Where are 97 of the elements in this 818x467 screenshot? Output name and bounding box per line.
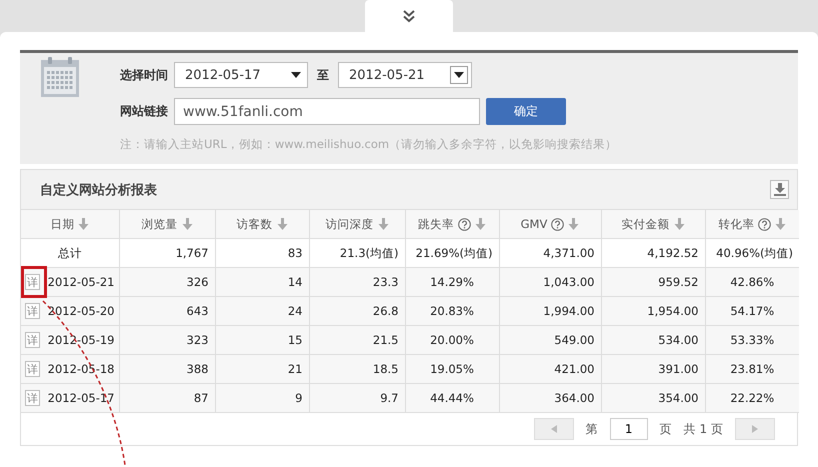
table-cell: 22.22% — [705, 384, 799, 412]
table-cell: 14 — [215, 268, 309, 296]
page-total: 共 1 页 — [684, 420, 723, 438]
sort-down-icon — [182, 218, 192, 230]
table-cell: 18.5 — [309, 354, 405, 384]
table-cell: 549.00 — [499, 326, 601, 354]
sort-down-icon — [378, 218, 388, 230]
table-cell: 23.81% — [705, 354, 799, 384]
sort-down-icon — [568, 218, 580, 230]
highlight-frame — [21, 266, 47, 298]
report-title: 自定义网站分析报表 — [40, 182, 157, 198]
table-cell: 1,767 — [119, 238, 215, 268]
column-header[interactable]: 跳失率 — [405, 210, 499, 238]
column-header[interactable]: 实付金额 — [601, 210, 705, 238]
date-from-select[interactable]: 2012-05-17 — [174, 62, 308, 88]
table-cell: 4,371.00 — [499, 238, 601, 268]
caret-down-icon — [291, 72, 301, 78]
table-cell: 391.00 — [601, 354, 705, 384]
caret-down-icon — [454, 72, 464, 78]
table-cell: 总计 — [21, 238, 119, 268]
help-icon — [758, 218, 772, 230]
table-cell: 20.00% — [405, 326, 499, 354]
table-cell: 14.29% — [405, 268, 499, 296]
column-header[interactable]: 访问深度 — [309, 210, 405, 238]
table-cell: 53.33% — [705, 326, 799, 354]
double-chevron-icon — [402, 9, 416, 23]
date-cell: 2012-05-17 — [48, 391, 114, 405]
detail-button[interactable]: 详 — [25, 303, 40, 319]
page-label: 第 — [586, 420, 598, 438]
table-cell: 40.96%(均值) — [705, 238, 799, 268]
sort-down-icon — [475, 218, 486, 230]
table-cell: 42.86% — [705, 268, 799, 296]
table-cell: 4,192.52 — [601, 238, 705, 268]
url-label: 网站链接 — [120, 103, 168, 120]
table-cell: 21.3(均值) — [309, 238, 405, 268]
table-cell: 9.7 — [309, 384, 405, 412]
table-cell: 21.5 — [309, 326, 405, 354]
table-cell: 26.8 — [309, 296, 405, 326]
next-page-button[interactable] — [735, 418, 775, 440]
table-cell: 21 — [215, 354, 309, 384]
table-cell: 354.00 — [601, 384, 705, 412]
table-cell: 9 — [215, 384, 309, 412]
table-cell: 24 — [215, 296, 309, 326]
table-cell: 534.00 — [601, 326, 705, 354]
table-cell: 87 — [119, 384, 215, 412]
table-cell: 15 — [215, 326, 309, 354]
sort-down-icon — [78, 218, 90, 230]
table-cell: 1,043.00 — [499, 268, 601, 296]
sort-down-icon — [276, 218, 288, 230]
calendar-icon — [40, 56, 80, 98]
page-label: 页 — [660, 420, 672, 438]
confirm-button[interactable]: 确定 — [486, 98, 566, 125]
table-cell: 1,954.00 — [601, 296, 705, 326]
date-cell: 2012-05-21 — [48, 275, 114, 289]
detail-button[interactable]: 详 — [25, 361, 40, 377]
table-cell: 20.83% — [405, 296, 499, 326]
page-field[interactable]: 1 — [610, 418, 648, 440]
date-cell: 2012-05-20 — [48, 304, 114, 318]
detail-button[interactable]: 详 — [25, 274, 40, 290]
help-icon — [551, 218, 564, 230]
table-cell: 23.3 — [309, 268, 405, 296]
column-header[interactable]: 访客数 — [215, 210, 309, 238]
table-cell: 19.05% — [405, 354, 499, 384]
range-separator: 至 — [316, 66, 330, 84]
hint-text: 注：请输入主站URL，例如：www.meilishuo.com（请勿输入多余字符，以免影响搜索结果） — [120, 137, 618, 152]
table-cell: 83 — [215, 238, 309, 268]
table-cell: 421.00 — [499, 354, 601, 384]
table-cell: 643 — [119, 296, 215, 326]
sort-down-icon — [674, 218, 684, 230]
right-triangle-icon — [752, 425, 758, 433]
column-header[interactable]: 浏览量 — [119, 210, 215, 238]
collapse-tab[interactable] — [365, 0, 453, 32]
dropdown-button[interactable] — [450, 66, 468, 84]
sort-down-icon — [775, 218, 786, 230]
table-cell: 21.69%(均值) — [405, 238, 499, 268]
column-header[interactable]: GMV — [499, 210, 601, 238]
column-header[interactable]: 日期 — [21, 210, 119, 238]
column-header[interactable]: 转化率 — [705, 210, 799, 238]
time-label: 选择时间 — [120, 66, 168, 84]
table-cell: 364.00 — [499, 384, 601, 412]
table-cell: 326 — [119, 268, 215, 296]
left-triangle-icon — [550, 425, 557, 433]
date-cell: 2012-05-18 — [48, 362, 114, 376]
table-cell: 323 — [119, 326, 215, 354]
detail-button[interactable]: 详 — [25, 332, 40, 348]
help-icon — [458, 218, 471, 230]
table-cell: 959.52 — [601, 268, 705, 296]
table-cell: 54.17% — [705, 296, 799, 326]
table-cell: 44.44% — [405, 384, 499, 412]
detail-button[interactable]: 详 — [25, 390, 40, 406]
date-to-select[interactable]: 2012-05-21 — [338, 62, 472, 88]
table-cell: 1,994.00 — [499, 296, 601, 326]
prev-page-button[interactable] — [534, 418, 574, 440]
table-cell: 388 — [119, 354, 215, 384]
date-cell: 2012-05-19 — [48, 333, 114, 347]
url-field[interactable]: www.51fanli.com — [174, 98, 480, 125]
download-button[interactable] — [770, 180, 789, 199]
